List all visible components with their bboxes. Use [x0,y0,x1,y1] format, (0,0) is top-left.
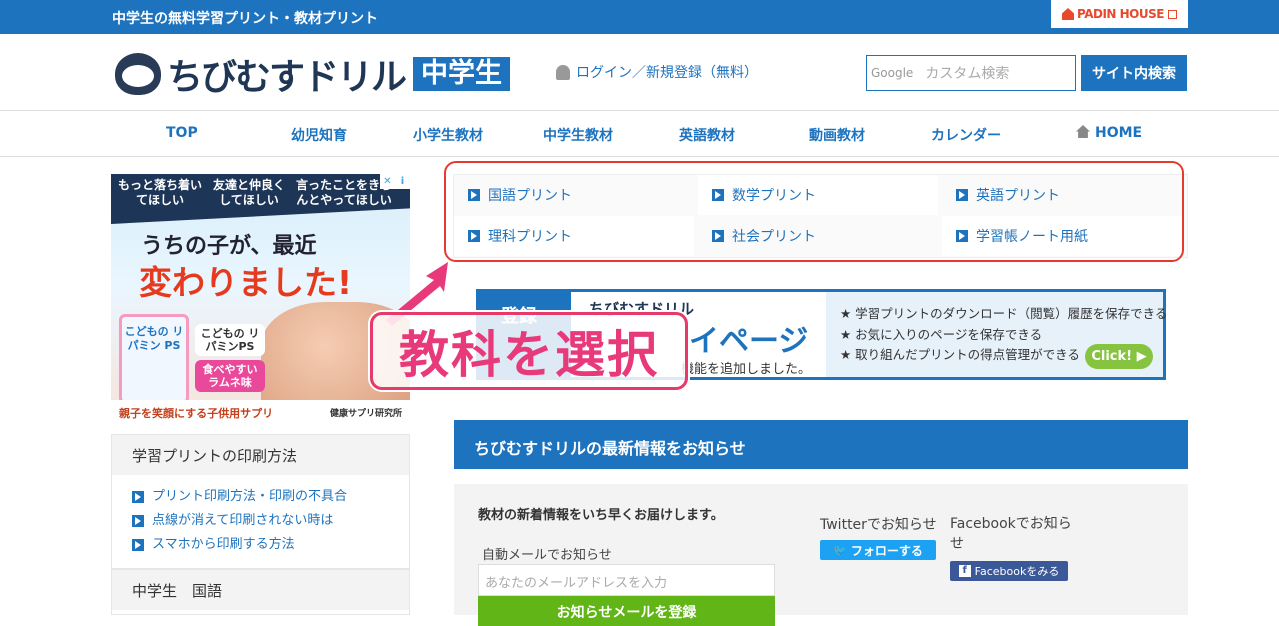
ad-product-pack: こどもの リパミン PS [119,314,189,404]
annotation-select-subject: 教科を選択 [370,312,688,390]
mail-register-button[interactable]: お知らせメールを登録 [478,596,775,626]
padin-house-label: PADIN HOUSE [1077,7,1164,21]
search-input[interactable]: Google カスタム検索 [866,55,1076,91]
adchoices-icon[interactable]: i [395,174,410,189]
mypage-title: イページ [689,324,809,359]
mypage-note: 機能を追加しました。 [681,362,812,377]
nav-calendar[interactable]: カレンダー [931,125,1001,145]
main-nav: TOP 幼児知育 小学生教材 中学生教材 英語教材 動画教材 カレンダー HOM… [0,111,1279,157]
sidebar-print-box: 学習プリントの印刷方法 プリント印刷方法・印刷の不具合 点線が消えて印刷されない… [111,434,410,569]
external-link-icon [1167,9,1177,19]
arrow-right-icon [132,539,144,551]
facebook-button[interactable]: f Facebookをみる [950,561,1068,581]
login-label: ログイン／新規登録（無料） [576,65,758,81]
nav-video[interactable]: 動画教材 [809,125,865,145]
logo-badge: 中学生 [413,57,511,91]
mail-label: 自動メールでお知らせ [482,548,612,563]
ad-footer: 親子を笑顔にする子供用サプリ 健康サプリ研究所 [111,400,410,424]
ad-caption-flavor: 食べやすい ラムネ味 [195,360,265,392]
sidebar-link-label: プリント印刷方法・印刷の不具合 [152,489,348,504]
ad-footer-text: 親子を笑顔にする子供用サプリ [119,407,274,420]
ad-caption: こどもの リパミンPS [195,324,265,356]
mypage-feature: ★ 学習プリントのダウンロード（閲覧）履歴を保存できる [840,306,1168,321]
nav-home-label: HOME [1095,125,1143,141]
sidebar-link-label: スマホから印刷する方法 [152,537,295,552]
facebook-button-label: Facebookをみる [974,565,1060,578]
news-body: 教材の新着情報をいち早くお届けします。 自動メールでお知らせ あなたのメールアド… [454,484,1188,626]
twitter-label: Twitterでお知らせ [820,517,937,533]
sidebar-japanese-box: 中学生 国語 [111,569,410,615]
nav-junior-high[interactable]: 中学生教材 [543,125,613,145]
twitter-button-label: フォローする [850,543,923,558]
ad-maker: 健康サプリ研究所 [329,409,402,419]
sidebar-box-title: 中学生 国語 [112,570,409,610]
arrow-right-icon [132,515,144,527]
logo-text: ちびむすドリル [167,57,407,98]
nav-top[interactable]: TOP [166,125,198,141]
mypage-features: ★ 学習プリントのダウンロード（閲覧）履歴を保存できる ★ お気に入りのページを… [826,292,1168,377]
facebook-label: Facebookでお知らせ [950,516,1072,552]
nav-english[interactable]: 英語教材 [679,125,735,145]
twitter-follow-button[interactable]: 🐦 フォローする [820,540,936,560]
google-brand: Google [871,66,914,80]
house-icon [1062,8,1075,20]
nav-elementary[interactable]: 小学生教材 [413,125,483,145]
sidebar-link[interactable]: 点線が消えて印刷されない時は [132,509,389,533]
arrow-right-icon [132,491,144,503]
email-field[interactable]: あなたのメールアドレスを入力 [478,564,775,596]
user-icon [556,64,570,80]
nav-home[interactable]: HOME [1076,125,1142,141]
sidebar-link-label: 点線が消えて印刷されない時は [152,513,334,528]
nav-infant[interactable]: 幼児知育 [291,125,347,145]
ad-headline-emphasis: 変わりました! [139,263,353,302]
sidebar-box-title: 学習プリントの印刷方法 [112,435,409,475]
top-bar: 中学生の無料学習プリント・教材プリント PADIN HOUSE [0,0,1279,34]
sidebar-link[interactable]: プリント印刷方法・印刷の不具合 [132,485,389,509]
highlight-frame [444,161,1184,262]
home-icon [1076,125,1090,138]
site-header: ちびむすドリル 中学生 ログイン／新規登録（無料） Google カスタム検索 … [0,34,1279,111]
sidebar-link[interactable]: スマホから印刷する方法 [132,533,389,557]
site-logo[interactable]: ちびむすドリル 中学生 [115,48,511,100]
search-placeholder: カスタム検索 [925,66,1010,82]
facebook-icon: f [958,565,971,577]
ad-close-icon[interactable]: ✕ [380,174,395,189]
site-search-button[interactable]: サイト内検索 [1081,55,1187,91]
mypage-click-button[interactable]: Click! ▶ [1085,344,1153,369]
advertisement[interactable]: もっと落ち着いてほしい 友達と仲良くしてほしい 言ったことをきちんとやってほしい… [111,174,410,424]
news-header: ちびむすドリルの最新情報をお知らせ [454,420,1188,469]
padin-house-link[interactable]: PADIN HOUSE [1051,0,1188,28]
site-tagline: 中学生の無料学習プリント・教材プリント [112,11,378,27]
ad-bubble: もっと落ち着いてほしい [117,178,202,207]
mascot-icon [115,53,161,95]
ad-bubble: 友達と仲良くしてほしい [212,178,285,207]
twitter-bird-icon: 🐦 [833,543,847,557]
news-lead: 教材の新着情報をいち早くお届けします。 [478,508,724,523]
login-link[interactable]: ログイン／新規登録（無料） [556,62,758,82]
ad-bubble: 言ったことをきちんとやってほしい [295,178,392,207]
mypage-feature: ★ お気に入りのページを保存できる [840,326,1043,342]
